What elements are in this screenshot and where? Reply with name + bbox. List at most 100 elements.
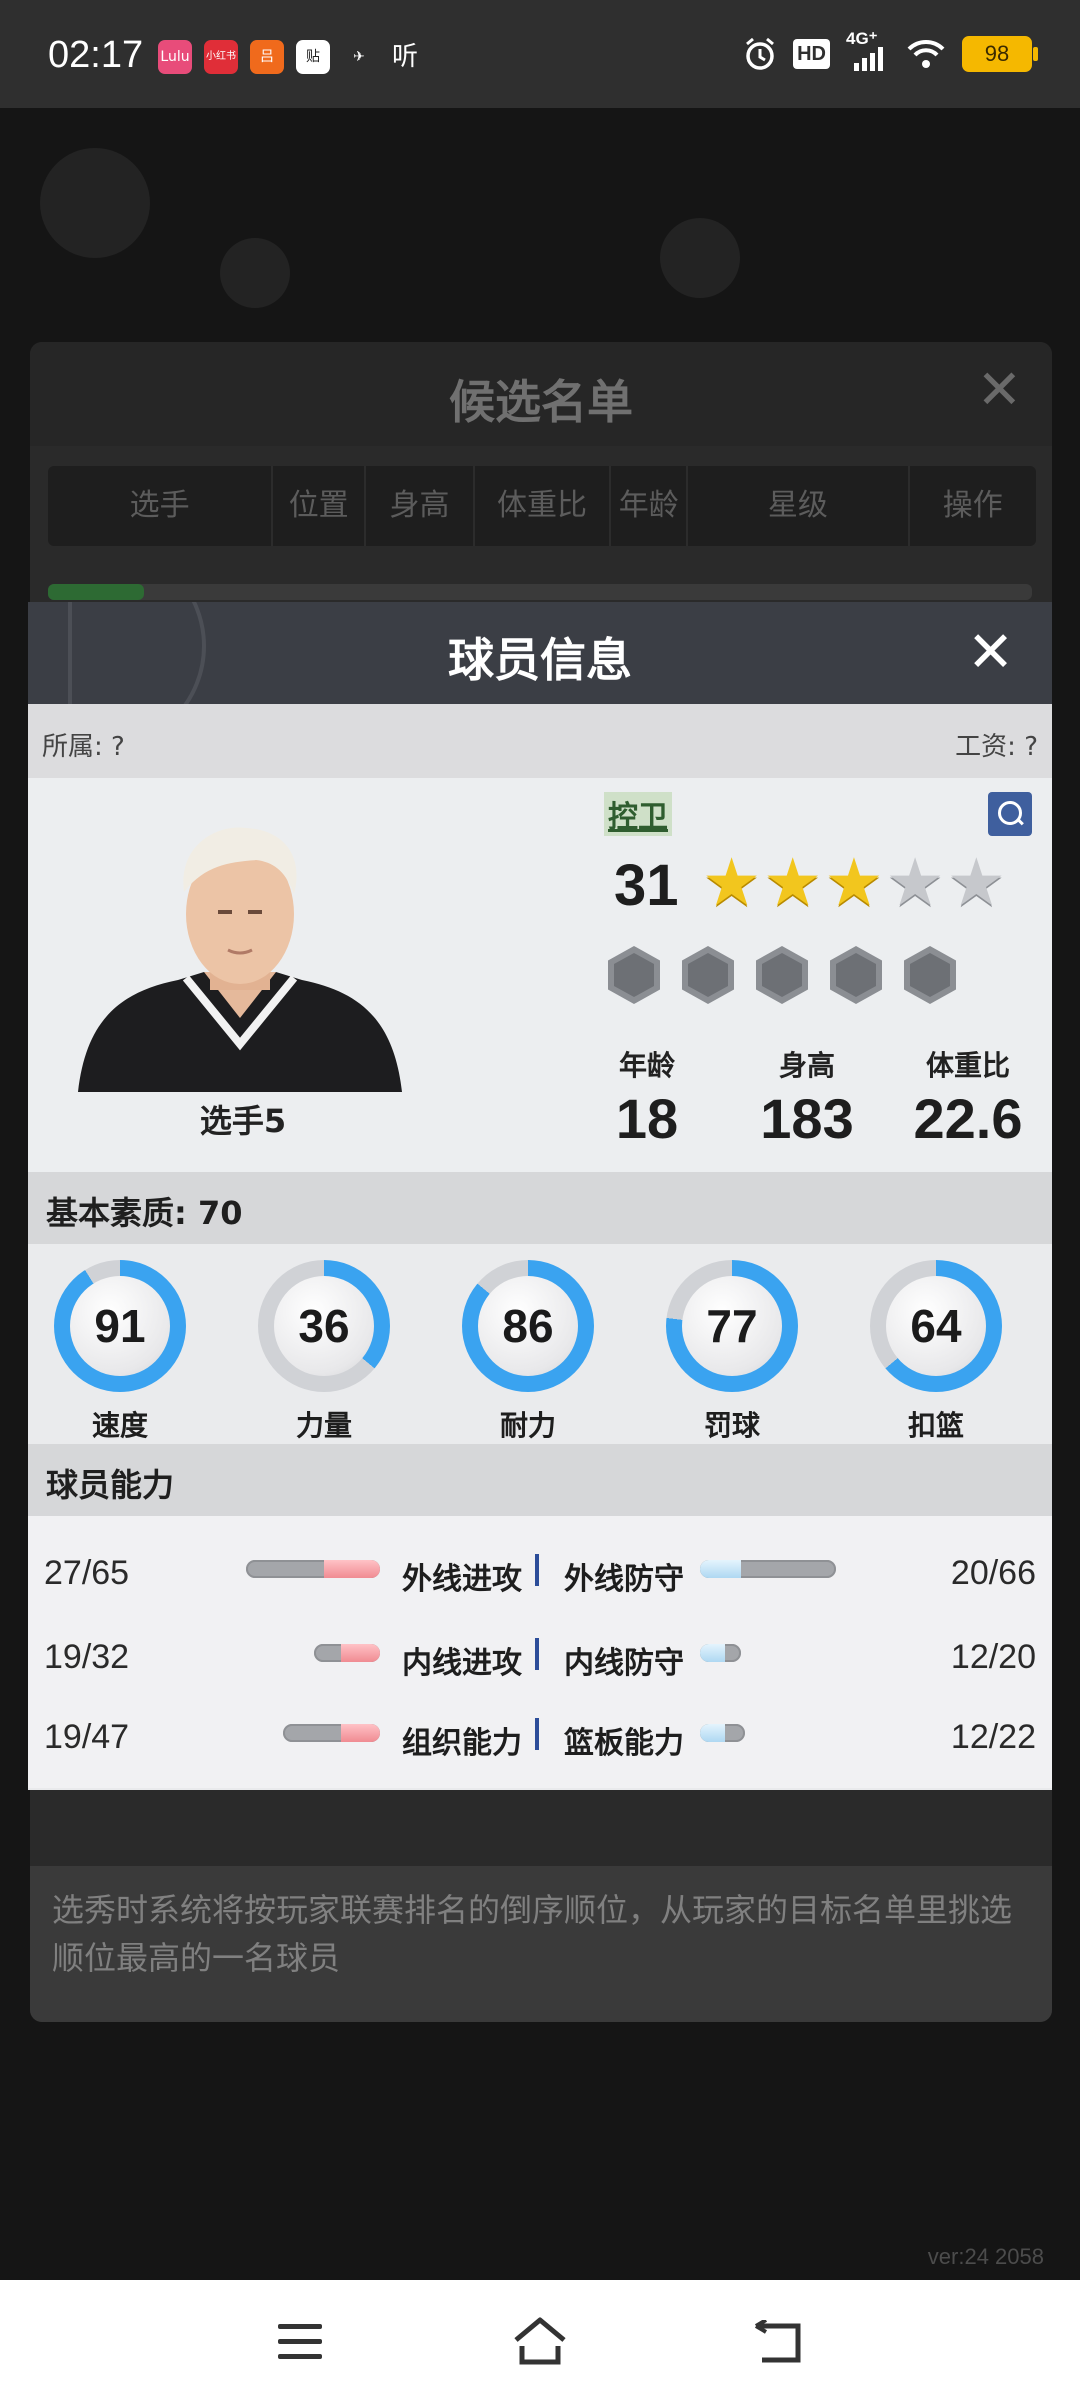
star-empty-icon: ★ — [885, 844, 945, 921]
ability-header: 球员能力 — [28, 1444, 1052, 1516]
star-filled-icon: ★ — [824, 844, 884, 921]
progress-ring: 77 — [666, 1260, 798, 1392]
background-decoration — [660, 218, 740, 298]
star-filled-icon: ★ — [702, 844, 762, 921]
height-value: 183 — [760, 1087, 854, 1150]
modal-title: 球员信息 — [448, 633, 632, 687]
hexagon-badge-icon — [756, 946, 808, 1004]
close-icon[interactable]: ✕ — [967, 620, 1014, 685]
bmi-block: 体重比 22.6 — [900, 1044, 1036, 1151]
attribute-strength: 36 力量 — [256, 1260, 392, 1444]
home-icon[interactable] — [512, 2316, 568, 2366]
star-rating: ★ ★ ★ ★ ★ — [702, 848, 1006, 918]
xiaohongshu-icon: 小红书 — [204, 40, 238, 74]
column-header-stars: 星级 — [688, 466, 910, 546]
player-rating: 31 — [614, 853, 679, 918]
basic-quality-header: 基本素质: 70 — [28, 1172, 1052, 1244]
ability-right-name: 篮板能力 — [564, 1726, 684, 1761]
ability-left-value: 19/32 — [44, 1638, 130, 1676]
plane-icon: ✈ — [353, 49, 365, 65]
star-empty-icon: ★ — [946, 844, 1006, 921]
ability-separator — [535, 1638, 539, 1670]
ability-left-name: 内线进攻 — [402, 1646, 522, 1681]
ability-right-value: 12/20 — [950, 1638, 1036, 1676]
column-header-bmi: 体重比 — [475, 466, 612, 546]
ability-right-bar — [700, 1644, 742, 1662]
hexagon-badge-icon — [608, 946, 660, 1004]
background-decoration — [220, 238, 290, 308]
progress-ring: 86 — [462, 1260, 594, 1392]
candidate-list-header: 候选名单 ✕ — [30, 342, 1052, 446]
attribute-label: 扣篮 — [907, 1409, 964, 1442]
star-filled-icon: ★ — [763, 844, 823, 921]
progress-ring: 91 — [54, 1260, 186, 1392]
attribute-value: 77 — [682, 1276, 782, 1376]
ability-row: 19/47 组织能力 篮板能力 12/22 — [28, 1704, 1052, 1764]
menu-icon[interactable] — [278, 2324, 322, 2369]
ability-row: 19/32 内线进攻 内线防守 12/20 — [28, 1624, 1052, 1684]
attribute-label: 力量 — [295, 1409, 352, 1442]
hexagon-badge-icon — [904, 946, 956, 1004]
ability-title: 球员能力 — [46, 1466, 175, 1504]
bmi-value: 22.6 — [913, 1087, 1023, 1150]
ability-right-name: 内线防守 — [564, 1646, 684, 1681]
attribute-stamina: 86 耐力 — [460, 1260, 596, 1444]
attribute-value: 36 — [274, 1276, 374, 1376]
draft-rule-note: 选秀时系统将按玩家联赛排名的倒序顺位，从玩家的目标名单里挑选顺位最高的一名球员 — [30, 1866, 1052, 2022]
attribute-value: 86 — [478, 1276, 578, 1376]
progress-ring: 64 — [870, 1260, 1002, 1392]
bmi-label: 体重比 — [925, 1049, 1010, 1082]
hexagon-badge-icon — [682, 946, 734, 1004]
ability-left-value: 27/65 — [44, 1554, 130, 1592]
ability-left-bar — [314, 1644, 380, 1662]
listen-icon: 听 — [391, 42, 418, 72]
attribute-label: 罚球 — [703, 1409, 760, 1442]
attribute-free-throw: 77 罚球 — [664, 1260, 800, 1444]
status-time: 02:17 — [48, 34, 144, 76]
badge-slots — [608, 946, 956, 1004]
age-label: 年龄 — [618, 1049, 675, 1082]
column-header-age: 年龄 — [611, 466, 689, 546]
candidate-progress-bar — [48, 584, 1032, 600]
close-icon[interactable]: ✕ — [977, 358, 1022, 421]
attribute-label: 速度 — [91, 1409, 148, 1442]
age-value: 18 — [615, 1087, 679, 1150]
ability-left-name: 组织能力 — [402, 1726, 522, 1761]
hexagon-badge-icon — [830, 946, 882, 1004]
ability-left-value: 19/47 — [44, 1718, 130, 1756]
version-label: ver:24 2058 — [927, 2244, 1044, 2269]
system-nav-bar — [0, 2280, 1080, 2408]
back-icon[interactable] — [752, 2320, 806, 2364]
ability-separator — [535, 1718, 539, 1750]
search-icon[interactable] — [988, 792, 1032, 836]
height-block: 身高 183 — [744, 1044, 870, 1151]
height-label: 身高 — [778, 1049, 835, 1082]
ability-list: 27/65 外线进攻 外线防守 20/66 19/32 内线进攻 内线防守 12… — [28, 1516, 1052, 1788]
candidate-list-title: 候选名单 — [449, 375, 633, 429]
attribute-value: 91 — [70, 1276, 170, 1376]
alarm-icon — [746, 37, 775, 70]
hd-icon: HD — [793, 39, 830, 69]
ability-left-bar — [283, 1724, 380, 1742]
column-header-position: 位置 — [273, 466, 367, 546]
ability-right-name: 外线防守 — [564, 1562, 684, 1597]
ability-right-value: 20/66 — [950, 1554, 1036, 1592]
attribute-dials: 91 速度 36 力量 86 耐力 77 罚球 64 扣篮 — [28, 1244, 1052, 1444]
modal-header: 球员信息 ✕ — [28, 602, 1052, 704]
attribute-value: 64 — [886, 1276, 986, 1376]
team-affiliation: 所属: ? — [42, 732, 125, 762]
progress-ring: 36 — [258, 1260, 390, 1392]
player-avatar — [78, 827, 402, 1092]
column-header-height: 身高 — [366, 466, 475, 546]
attribute-speed: 91 速度 — [52, 1260, 188, 1444]
basic-quality-label: 基本素质: 70 — [46, 1194, 243, 1232]
notification-icons: Lulu 小红书 吕 贴 ✈ 听 — [158, 40, 422, 74]
wifi-icon — [907, 39, 945, 68]
column-header-action: 操作 — [942, 488, 1003, 523]
battery-icon: 98 — [962, 36, 1038, 72]
affiliation-row: 所属: ? 工资: ? — [28, 704, 1052, 778]
player-info-modal: 球员信息 ✕ 所属: ? 工资: ? 选手5 控卫 31 ★ ★ ★ ★ ★ 年… — [28, 602, 1052, 1790]
ability-separator — [535, 1554, 539, 1586]
player-position: 控卫 — [604, 792, 672, 836]
signal-icon: 4G⁺ — [846, 29, 890, 71]
